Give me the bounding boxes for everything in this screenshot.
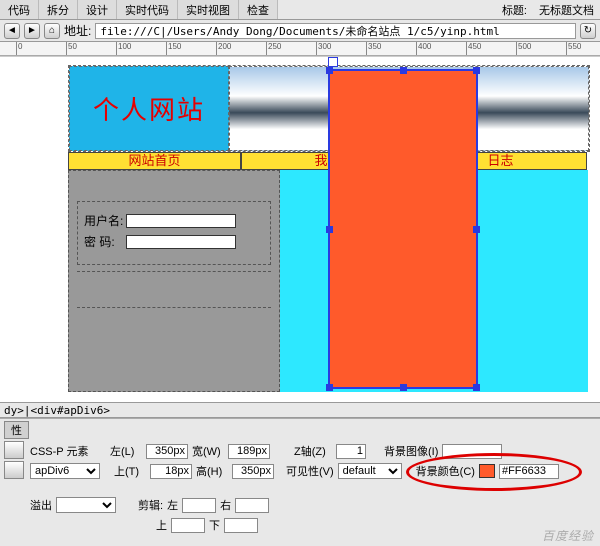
clip-right-field[interactable] [235, 498, 269, 513]
tag-selector[interactable]: dy>|<div#apDiv6> [0, 402, 600, 418]
properties-tab[interactable]: 性 [4, 421, 29, 439]
overflow-label: 溢出 [30, 497, 52, 513]
resize-handle[interactable] [473, 67, 480, 74]
clip-label: 剪辑: [138, 497, 163, 513]
left-label: 左(L) [110, 443, 142, 459]
nav-home[interactable]: 网站首页 [68, 152, 241, 170]
overflow-select[interactable] [56, 497, 116, 513]
site-title: 个人网站 [93, 90, 205, 127]
element-anchor-marker [328, 57, 338, 67]
address-input[interactable] [95, 23, 576, 39]
width-field[interactable] [228, 444, 270, 459]
z-label: Z轴(Z) [294, 443, 332, 459]
resize-handle[interactable] [326, 67, 333, 74]
resize-handle[interactable] [473, 226, 480, 233]
resize-handle[interactable] [400, 384, 407, 391]
z-field[interactable] [336, 444, 366, 459]
clip-bottom-label: 下 [209, 517, 220, 533]
bgcolor-swatch[interactable] [479, 464, 495, 478]
element-icon[interactable] [4, 461, 24, 479]
resize-handle[interactable] [326, 226, 333, 233]
address-label: 地址: [64, 22, 91, 39]
bgcolor-hex-field[interactable] [499, 464, 559, 479]
back-button[interactable]: ◄ [4, 23, 20, 39]
element-id-select[interactable]: apDiv6 [30, 463, 100, 479]
tab-split[interactable]: 拆分 [39, 0, 78, 19]
watermark: 百度经验 [542, 527, 594, 544]
height-label: 高(H) [196, 463, 228, 479]
clip-bottom-field[interactable] [224, 518, 258, 533]
tab-inspect[interactable]: 检查 [239, 0, 278, 19]
password-input[interactable] [126, 235, 236, 249]
horizontal-ruler: 0 50 100 150 200 250 300 350 400 450 500… [0, 42, 600, 56]
username-input[interactable] [126, 214, 236, 228]
bgimg-label: 背景图像(I) [384, 443, 438, 459]
cssp-label: CSS-P 元素 [30, 443, 90, 459]
tab-code[interactable]: 代码 [0, 0, 39, 19]
title-label: 标题: [496, 0, 533, 19]
clip-right-label: 右 [220, 497, 231, 513]
css-icon[interactable] [4, 441, 24, 459]
tab-design[interactable]: 设计 [78, 0, 117, 19]
view-tabs: 代码 拆分 设计 实时代码 实时视图 检查 标题: 无标题文档 [0, 0, 600, 20]
login-box: 用户名: 密 码: [77, 201, 271, 265]
bgcolor-label: 背景颜色(C) [416, 463, 475, 479]
clip-left-field[interactable] [182, 498, 216, 513]
address-bar: ◄ ► ⌂ 地址: ↻ [0, 20, 600, 42]
tab-liveview[interactable]: 实时视图 [178, 0, 239, 19]
vis-select[interactable]: default [338, 463, 402, 479]
design-canvas[interactable]: 个人网站 网站首页 我的 日志 用户名: 密 码: [0, 56, 600, 402]
vis-label: 可见性(V) [286, 463, 334, 479]
clip-top-label: 上 [156, 517, 167, 533]
resize-handle[interactable] [400, 67, 407, 74]
username-label: 用户名: [84, 212, 126, 229]
properties-panel: 性 CSS-P 元素 左(L) 宽(W) Z轴(Z) 背景图像(I) apDiv… [0, 418, 600, 546]
resize-handle[interactable] [473, 384, 480, 391]
top-field[interactable] [150, 464, 192, 479]
clip-left-label: 左 [167, 497, 178, 513]
height-field[interactable] [232, 464, 274, 479]
left-field[interactable] [146, 444, 188, 459]
password-label: 密 码: [84, 233, 126, 250]
selected-apdiv6[interactable] [328, 69, 478, 389]
logo-cell[interactable]: 个人网站 [69, 66, 229, 151]
home-button[interactable]: ⌂ [44, 23, 60, 39]
resize-handle[interactable] [326, 384, 333, 391]
width-label: 宽(W) [192, 443, 224, 459]
clip-top-field[interactable] [171, 518, 205, 533]
refresh-button[interactable]: ↻ [580, 23, 596, 39]
bgimg-field[interactable] [442, 444, 502, 459]
tab-livecode[interactable]: 实时代码 [117, 0, 178, 19]
fwd-button[interactable]: ► [24, 23, 40, 39]
top-label: 上(T) [114, 463, 146, 479]
sidebar-cell[interactable]: 用户名: 密 码: [68, 170, 280, 392]
title-value: 无标题文档 [533, 0, 600, 19]
